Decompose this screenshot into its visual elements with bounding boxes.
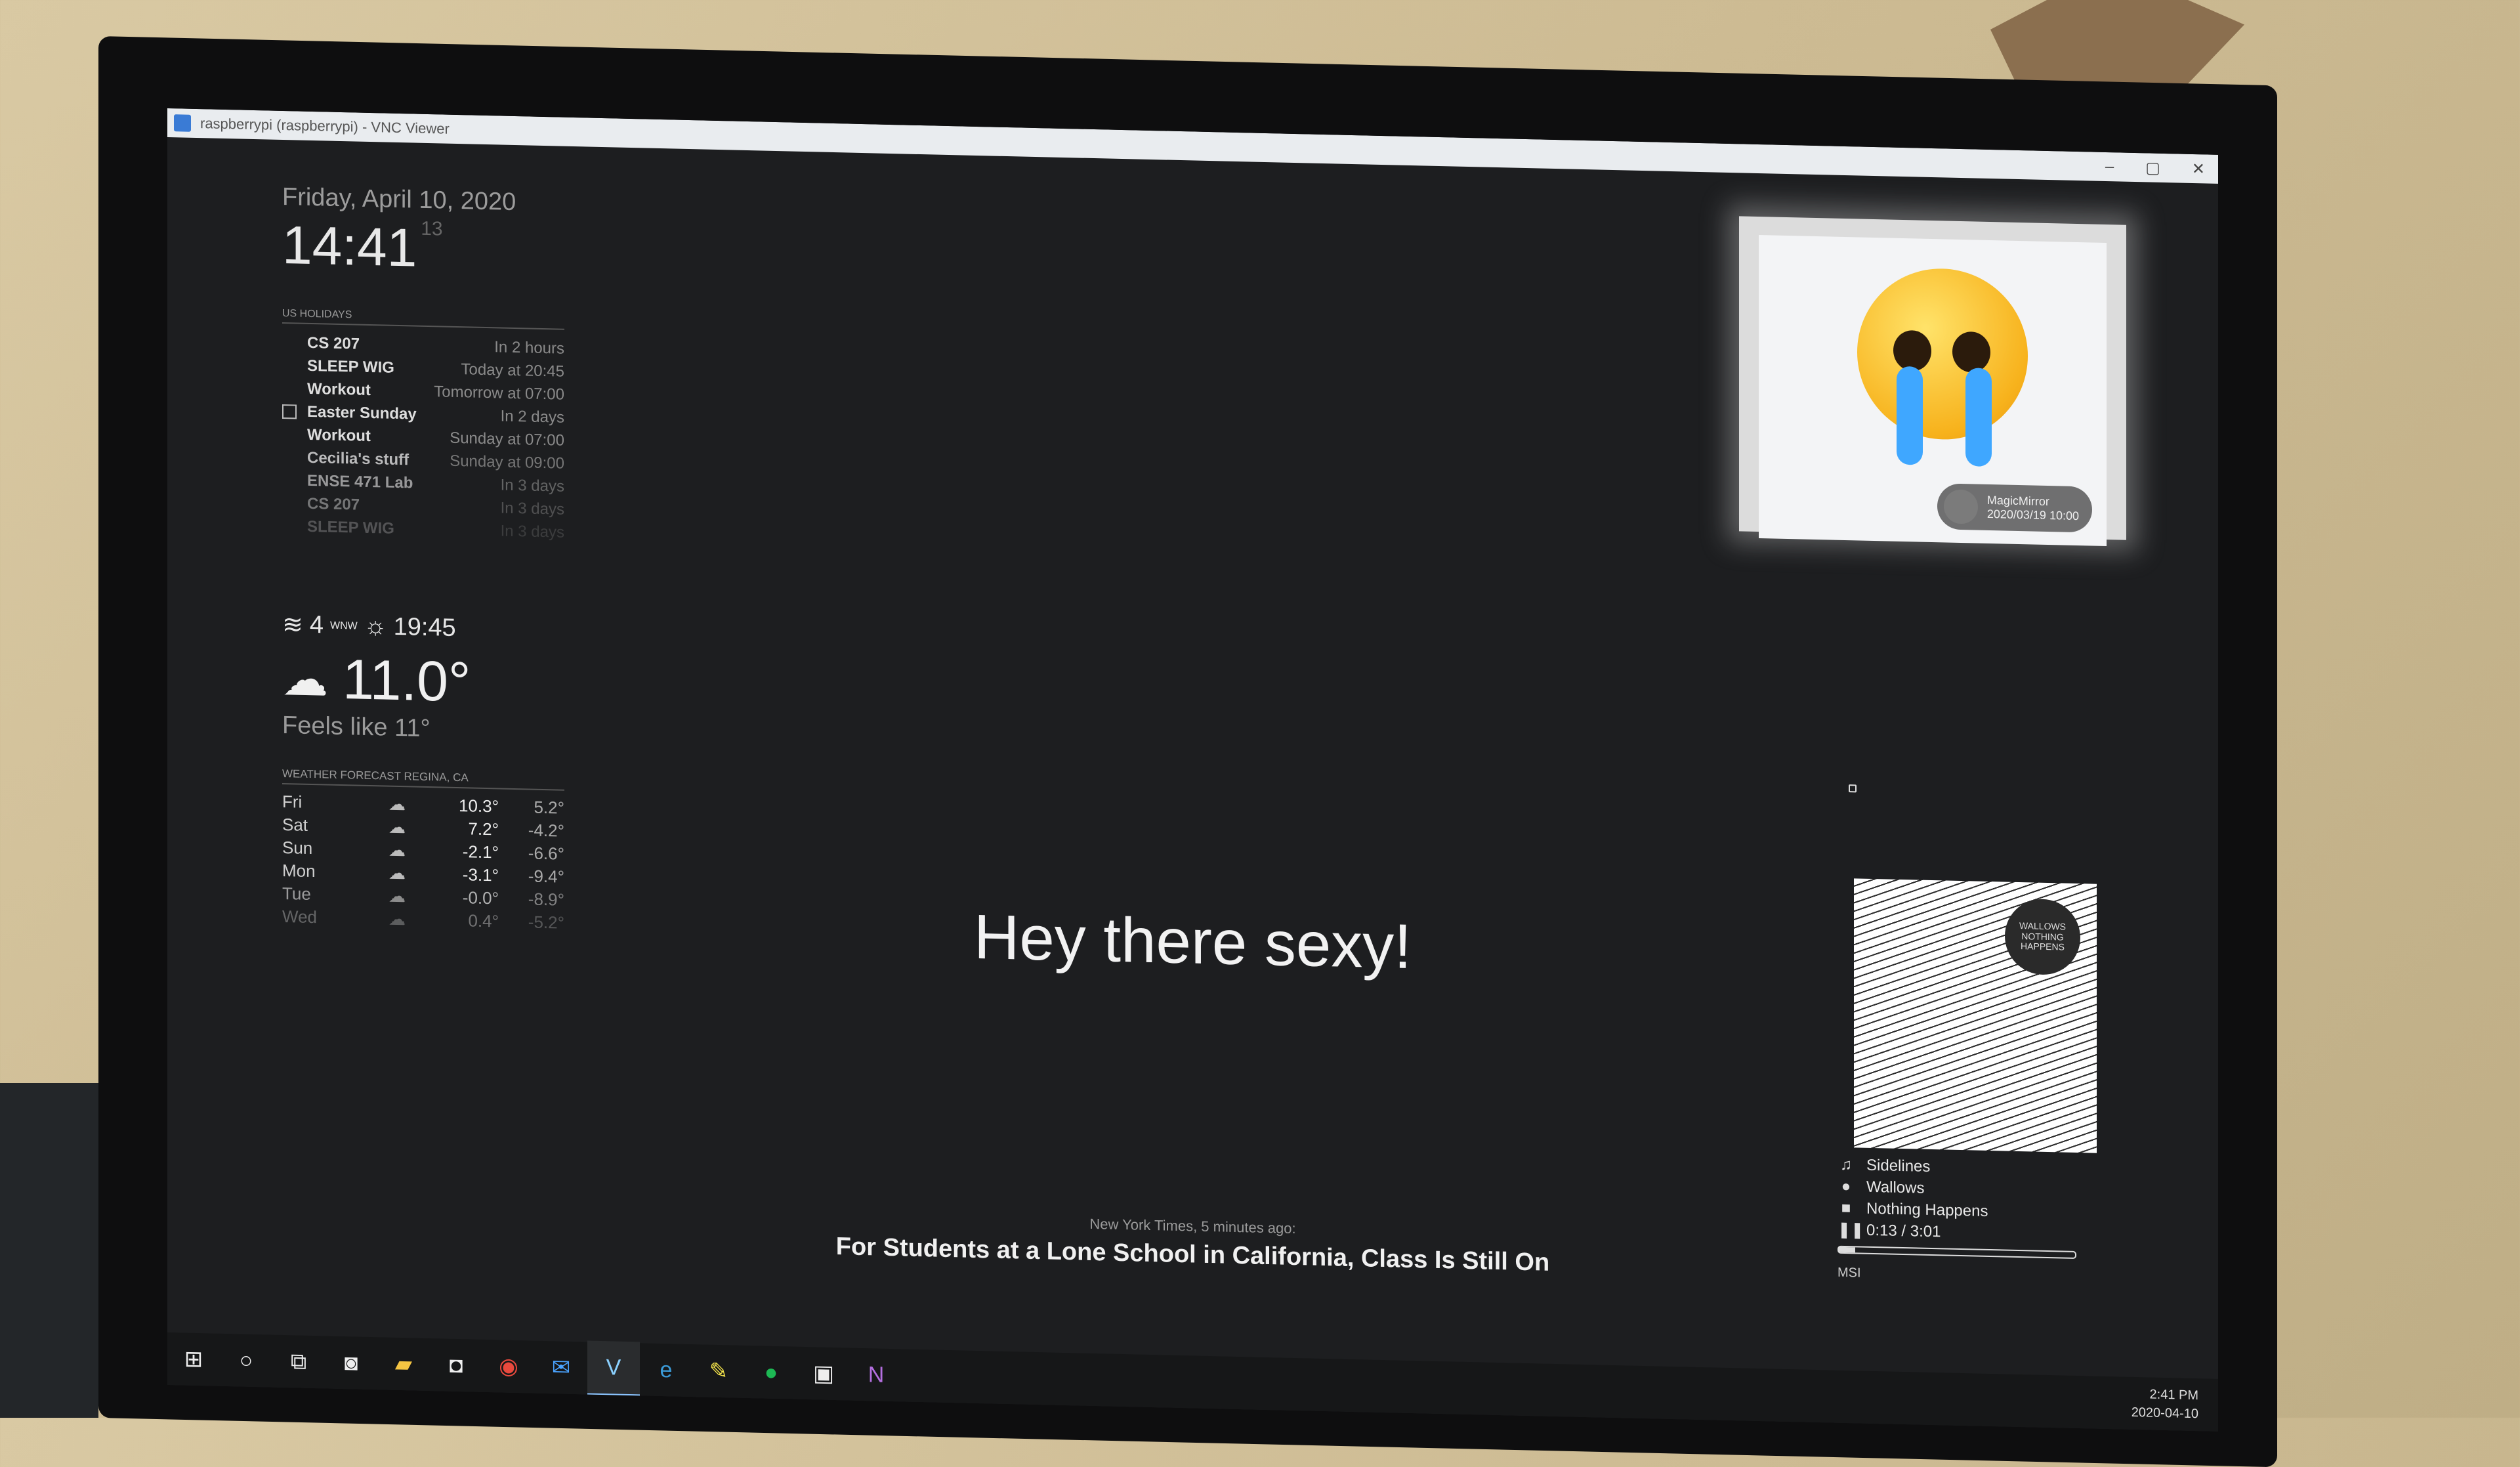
event-time: Tomorrow at 07:00: [434, 382, 564, 404]
forecast-max: -3.1°: [462, 864, 499, 885]
caption-date: 2020/03/19 10:00: [1986, 507, 2079, 523]
weather-icon: ☁: [388, 840, 406, 861]
artist-icon: ●: [1841, 1177, 1851, 1195]
wind-icon: ≋: [282, 610, 303, 639]
clock-hours-minutes: 14:41: [282, 215, 417, 278]
event-time: Today at 20:45: [461, 360, 564, 381]
forecast-min: -9.4°: [528, 866, 564, 887]
calendar-icon: [282, 404, 297, 419]
progress-fill: [1839, 1246, 1856, 1253]
store-icon[interactable]: ◘: [430, 1338, 482, 1392]
forecast-min: -4.2°: [528, 820, 564, 841]
forecast-day: Sun: [282, 837, 313, 859]
calendar-list: CS 207 In 2 hours SLEEP WIG Today at 20:45 W…: [282, 331, 564, 544]
wind-direction: WNW: [329, 620, 358, 632]
artist-name: Wallows: [1866, 1178, 1925, 1197]
sunset-time: 19:45: [393, 612, 456, 642]
playback-device: MSI: [1838, 1265, 1861, 1281]
weather-wind: ≋ 4 WNW ☼ 19:45: [282, 610, 456, 643]
track-name: Sidelines: [1866, 1156, 1931, 1176]
current-temperature: 11.0°: [343, 648, 471, 714]
forecast-min: 5.2°: [534, 797, 564, 818]
vnc-title: raspberrypi (raspberrypi) - VNC Viewer: [200, 115, 450, 137]
now-playing: ♫ Sidelines ● Wallows ■ Nothing Happens ❚❚ 0…: [1838, 1154, 2100, 1246]
event-time: Sunday at 07:00: [450, 429, 564, 450]
event-title: CS 207: [307, 494, 360, 514]
event-time: In 3 days: [500, 476, 564, 496]
photo-caption: MagicMirror 2020/03/19 10:00: [1937, 483, 2092, 533]
forecast-header: WEATHER FORECAST REGINA, CA: [282, 767, 564, 791]
weather-icon: ☁: [388, 862, 406, 883]
minimize-button[interactable]: –: [2105, 158, 2114, 176]
photo-frame: MagicMirror 2020/03/19 10:00: [1739, 216, 2126, 547]
forecast-day: Mon: [282, 860, 316, 882]
background-object: [0, 1083, 98, 1418]
event-title: ENSE 471 Lab: [307, 471, 413, 492]
forecast-max: -2.1°: [462, 841, 499, 862]
event-time: In 3 days: [500, 499, 564, 519]
app-icon-1[interactable]: ◙: [325, 1336, 377, 1390]
event-title: Easter Sunday: [282, 402, 417, 423]
event-title: Cecilia's stuff: [307, 448, 410, 469]
forecast-min: -6.6°: [528, 843, 564, 864]
search-icon[interactable]: ○: [220, 1334, 272, 1388]
wind-speed: 4: [309, 610, 324, 639]
event-time: In 2 hours: [494, 337, 564, 358]
calendar-header: US HOLIDAYS: [282, 307, 564, 330]
cloud-icon: ☁: [282, 652, 328, 706]
forecast-max: 10.3°: [458, 796, 499, 817]
vnc-viewer-icon[interactable]: V: [587, 1340, 640, 1397]
spotify-icon[interactable]: ●: [745, 1346, 797, 1399]
file-explorer-icon[interactable]: ▰: [377, 1337, 430, 1391]
track-time: 0:13 / 3:01: [1866, 1221, 1941, 1241]
event-title: SLEEP WIG: [307, 517, 394, 538]
crying-emoji-icon: [1857, 266, 2028, 467]
clock-seconds: 13: [421, 217, 443, 240]
vnc-window: raspberrypi (raspberrypi) - VNC Viewer –…: [167, 108, 2218, 1432]
album-name: Nothing Happens: [1866, 1199, 1988, 1220]
event-title: Workout: [307, 379, 371, 399]
forecast-day: Sat: [282, 814, 308, 835]
tray-date: 2020-04-10: [2131, 1405, 2198, 1422]
close-button[interactable]: ✕: [2192, 159, 2205, 179]
mail-icon[interactable]: ✉: [535, 1341, 587, 1395]
start-button[interactable]: ⊞: [167, 1332, 220, 1386]
music-note-icon: ♫: [1840, 1155, 1852, 1174]
event-time: In 3 days: [500, 522, 564, 542]
weather-icon: ☁: [388, 794, 406, 815]
window-controls: – ▢ ✕: [2105, 152, 2205, 183]
onenote-icon[interactable]: N: [850, 1348, 902, 1402]
forecast-max: 7.2°: [468, 819, 499, 840]
clock-time: 14:41 13: [282, 215, 443, 280]
chrome-icon[interactable]: ◉: [482, 1340, 535, 1393]
system-tray-clock[interactable]: 2:41 PM 2020-04-10: [2132, 1385, 2198, 1423]
app-icon-2[interactable]: ▣: [797, 1347, 850, 1401]
event-title: SLEEP WIG: [307, 356, 394, 377]
vnc-app-icon: [174, 114, 191, 132]
event-title: Workout: [307, 425, 371, 445]
folder-icon: ■: [1841, 1199, 1851, 1217]
feels-like: Feels like 11°: [282, 711, 430, 743]
sunset-icon: ☼: [364, 612, 387, 641]
mouse-cursor: [1849, 784, 1857, 793]
maximize-button[interactable]: ▢: [2145, 158, 2160, 178]
weather-current: ☁ 11.0°: [282, 646, 471, 715]
weather-icon: ☁: [388, 817, 406, 838]
notes-icon[interactable]: ✎: [692, 1344, 745, 1398]
edge-icon[interactable]: e: [640, 1343, 692, 1397]
clock-date: Friday, April 10, 2020: [282, 182, 516, 217]
tray-time: 2:41 PM: [2149, 1387, 2198, 1403]
event-time: In 2 days: [500, 407, 564, 427]
task-view-icon[interactable]: ⧉: [272, 1335, 325, 1389]
avatar: [1943, 489, 1978, 524]
pause-icon: ❚❚: [1838, 1220, 1864, 1239]
event-time: Sunday at 09:00: [450, 452, 564, 473]
forecast-day: Fri: [282, 791, 303, 812]
album-badge: WALLOWS NOTHING HAPPENS: [2005, 898, 2080, 976]
album-art: WALLOWS NOTHING HAPPENS: [1854, 878, 2097, 1153]
photo-image: MagicMirror 2020/03/19 10:00: [1759, 235, 2107, 547]
event-title: CS 207: [307, 333, 360, 353]
